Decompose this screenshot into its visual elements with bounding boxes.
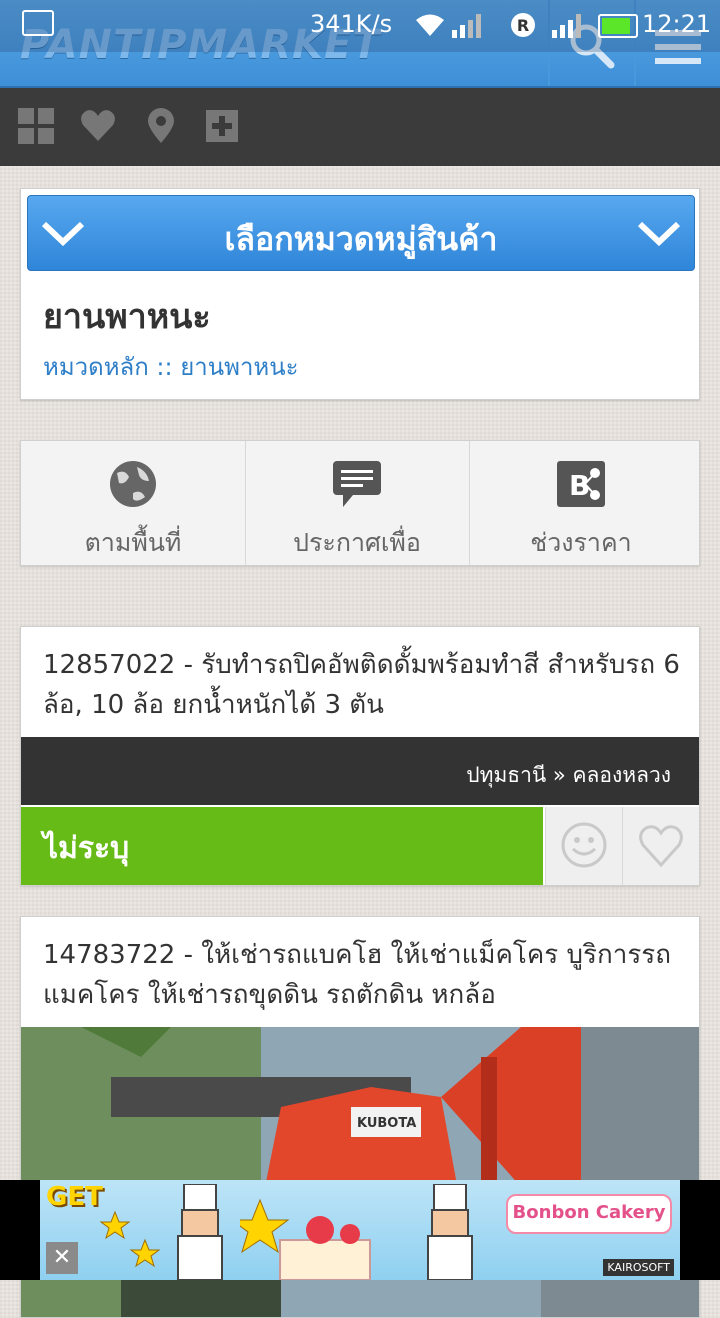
- heart-outline-icon: [639, 825, 683, 868]
- signal-icon: [452, 14, 481, 38]
- signal-icon: [552, 14, 581, 38]
- category-card: เลือกหมวดหมู่สินค้า ยานพาหนะ หมวดหลัก ::…: [20, 188, 700, 400]
- network-speed: 341K/s: [310, 10, 393, 38]
- chat-icon: [333, 461, 381, 507]
- breadcrumb[interactable]: หมวดหลัก :: ยานพาหนะ: [43, 347, 299, 386]
- add-icon[interactable]: [204, 108, 240, 144]
- listing-title[interactable]: 12857022 - รับทำรถปิคอัพติดดั้มพร้อมทำสี…: [43, 645, 683, 725]
- price-range-icon: B: [557, 461, 605, 507]
- image-notification-icon: [22, 10, 54, 36]
- ad-banner[interactable]: GET Bonbon Cakery KAIROSOFT: [0, 1180, 720, 1280]
- listing-location-bar: ปทุมธานี » คลองหลวง: [21, 737, 699, 805]
- filter-by-area[interactable]: ตามพื้นที่: [21, 441, 246, 565]
- listing-title[interactable]: 14783722 - ให้เช่ารถแบคโฮ ให้เช่าแม็คโคร…: [43, 935, 683, 1015]
- ad-get-text: GET: [46, 1182, 103, 1212]
- select-category-label: เลือกหมวดหมู่สินค้า: [224, 220, 498, 258]
- filter-by-purpose[interactable]: ประกาศเพื่อ: [245, 441, 470, 565]
- ad-brand-badge: Bonbon Cakery: [506, 1194, 672, 1234]
- ad-creative[interactable]: GET Bonbon Cakery KAIROSOFT: [40, 1180, 680, 1280]
- photo-brand-label: KUBOTA: [357, 1116, 416, 1131]
- ad-brand-text: Bonbon Cakery: [512, 1202, 666, 1223]
- listing-card[interactable]: 12857022 - รับทำรถปิคอัพติดดั้มพร้อมทำสี…: [20, 626, 700, 886]
- clock: 12:21: [642, 10, 712, 38]
- filter-bar: ตามพื้นที่ ประกาศเพื่อ B ช่วงราคา: [20, 440, 700, 566]
- chef-character-image: [177, 1184, 223, 1280]
- location-icon[interactable]: [143, 108, 179, 144]
- category-title: ยานพาหนะ: [43, 297, 211, 337]
- select-category-button[interactable]: เลือกหมวดหมู่สินค้า: [27, 195, 695, 271]
- icon-toolbar: [0, 88, 720, 166]
- ad-close-button[interactable]: ✕: [46, 1242, 78, 1274]
- listing-price-text: ไม่ระบุ: [43, 831, 130, 866]
- globe-icon: [110, 461, 156, 507]
- wifi-icon: [416, 14, 444, 36]
- listing-location: ปทุมธานี » คลองหลวง: [466, 763, 671, 787]
- svg-text:R: R: [517, 16, 529, 35]
- smiley-icon: [561, 822, 607, 868]
- filter-label: ตามพื้นที่: [84, 528, 182, 557]
- chef-character-image: [427, 1184, 473, 1280]
- chevron-down-icon: [637, 221, 681, 247]
- status-bar: 341K/s R 12:21: [0, 0, 720, 52]
- heart-icon[interactable]: [80, 108, 116, 144]
- filter-label: ประกาศเพื่อ: [293, 528, 421, 557]
- contact-button[interactable]: [545, 807, 622, 885]
- listing-price: ไม่ระบุ: [21, 807, 543, 885]
- filter-label: ช่วงราคา: [530, 528, 632, 557]
- listing-price-row: ไม่ระบุ: [21, 807, 699, 885]
- favorite-button[interactable]: [622, 807, 699, 885]
- ad-publisher: KAIROSOFT: [603, 1259, 674, 1276]
- grid-icon[interactable]: [18, 108, 54, 144]
- filter-by-price-range[interactable]: B ช่วงราคา: [469, 441, 693, 565]
- battery-icon: [598, 14, 638, 38]
- cake-image: [240, 1198, 371, 1280]
- star-icon: [100, 1210, 160, 1268]
- r-badge-icon: R: [511, 13, 535, 37]
